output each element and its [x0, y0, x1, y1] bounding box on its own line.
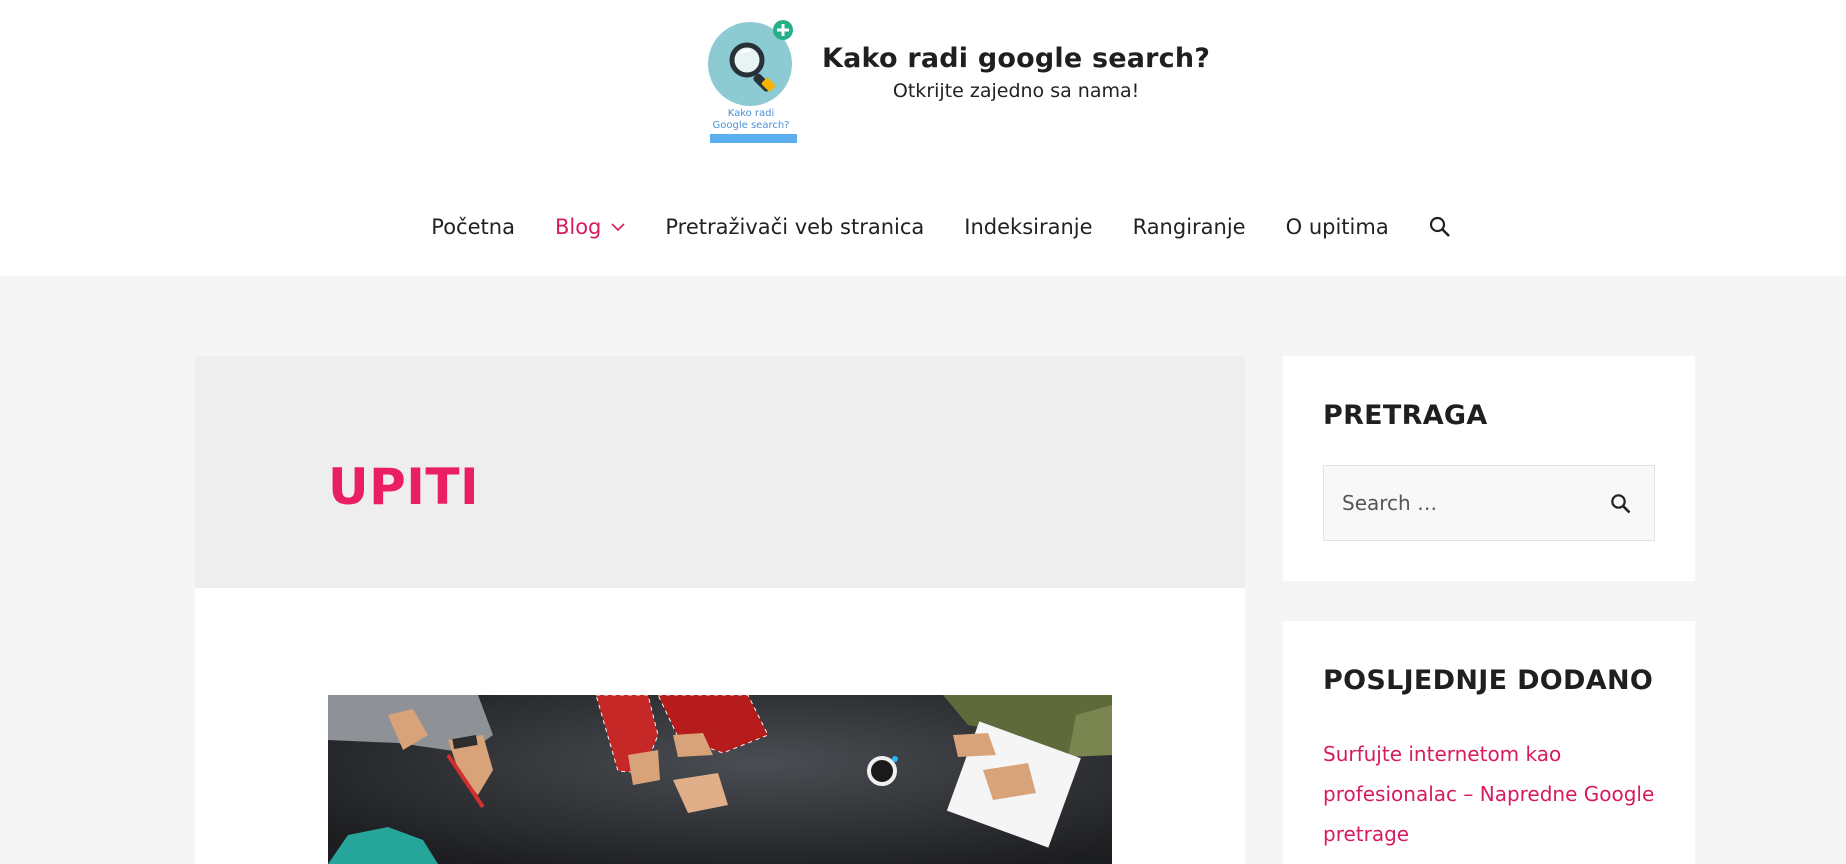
- main-navigation: Početna Blog Pretraživači veb stranica I…: [0, 215, 1846, 239]
- nav-item-label: O upitima: [1285, 215, 1389, 239]
- featured-image[interactable]: [328, 695, 1112, 864]
- page-title: UPITI: [328, 458, 480, 516]
- nav-item-label: Rangiranje: [1132, 215, 1246, 239]
- magnifier-logo-icon: Kako radi Google search?: [708, 20, 797, 143]
- nav-item-rangiranje[interactable]: Rangiranje: [1133, 215, 1246, 239]
- archive-header: UPITI: [195, 356, 1245, 588]
- nav-item-indeksiranje[interactable]: Indeksiranje: [964, 215, 1092, 239]
- nav-item-pretrazivaci[interactable]: Pretraživači veb stranica: [665, 215, 924, 239]
- site-tagline: Otkrijte zajedno sa nama!: [892, 79, 1140, 102]
- nav-item-label: Indeksiranje: [964, 215, 1093, 239]
- search-input[interactable]: [1342, 466, 1592, 540]
- nav-item-blog[interactable]: Blog: [555, 215, 625, 239]
- search-form: [1323, 465, 1655, 541]
- widget-title-search: PRETRAGA: [1323, 400, 1488, 431]
- search-submit-icon[interactable]: [1610, 493, 1632, 515]
- nav-menu: Početna Blog Pretraživači veb stranica I…: [411, 215, 1450, 239]
- logo-text-line2: Google search?: [713, 120, 790, 131]
- nav-item-label: Blog: [554, 215, 602, 239]
- chevron-down-icon[interactable]: [611, 222, 625, 232]
- article-card: [195, 588, 1245, 864]
- logo-text-line1: Kako radi: [728, 108, 775, 119]
- recent-post-link[interactable]: Surfujte internetom kao profesionalac – …: [1323, 734, 1663, 854]
- search-widget: PRETRAGA: [1283, 356, 1695, 581]
- site-branding: Kako radi Google search? Kako radi googl…: [707, 18, 1210, 148]
- site-title[interactable]: Kako radi google search?: [822, 43, 1210, 74]
- meeting-hands-image: [328, 695, 1112, 864]
- recent-posts-widget: POSLJEDNJE DODANO Surfujte internetom ka…: [1283, 621, 1695, 864]
- nav-item-o-upitima[interactable]: O upitima: [1286, 215, 1389, 239]
- nav-item-label: Početna: [431, 215, 515, 239]
- site-text: Kako radi google search? Otkrijte zajedn…: [822, 43, 1210, 102]
- site-logo[interactable]: Kako radi Google search?: [707, 18, 799, 148]
- search-icon[interactable]: [1429, 216, 1451, 238]
- nav-item-label: Pretraživači veb stranica: [665, 215, 925, 239]
- nav-item-pocetna[interactable]: Početna: [431, 215, 515, 239]
- widget-title-recent: POSLJEDNJE DODANO: [1323, 665, 1654, 696]
- site-header: Kako radi Google search? Kako radi googl…: [0, 0, 1846, 276]
